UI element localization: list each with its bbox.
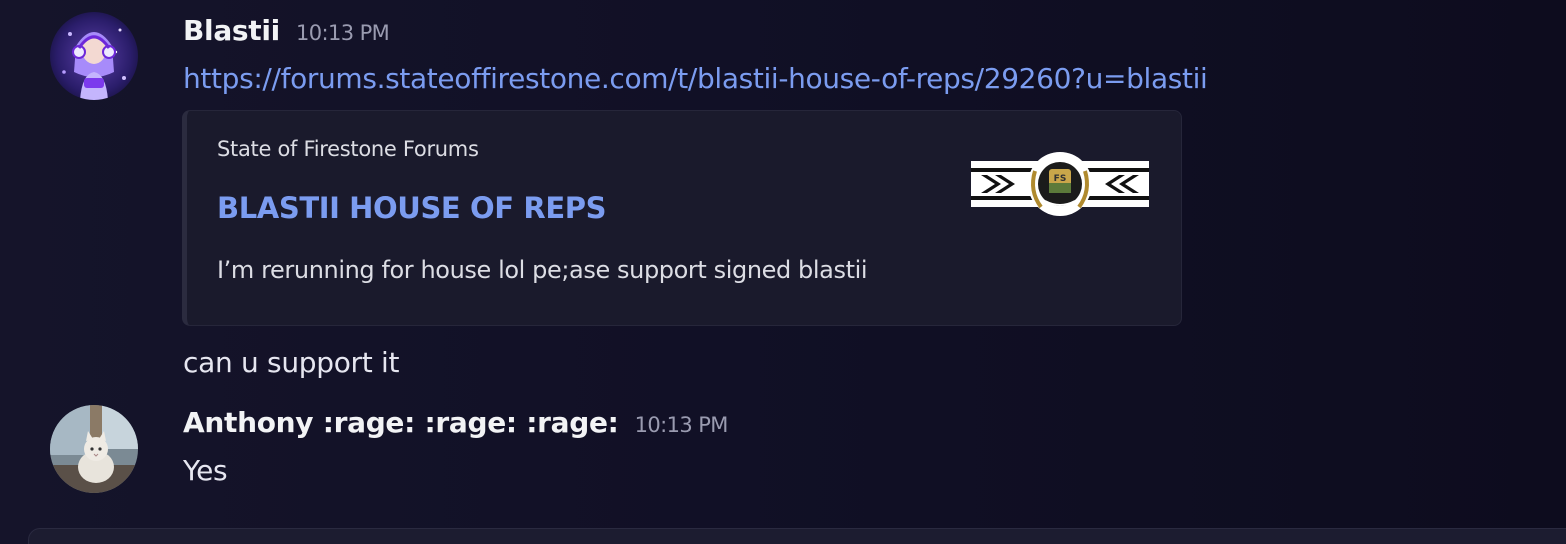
timestamp: 10:13 PM <box>295 21 390 45</box>
headphones-girl-avatar-icon <box>50 12 138 100</box>
message-text: can u support it <box>183 346 400 379</box>
embed-title[interactable]: BLASTII HOUSE OF REPS <box>217 191 606 225</box>
username[interactable]: Blastii <box>183 14 280 47</box>
timestamp: 10:13 PM <box>634 413 729 437</box>
embed-thumbnail[interactable]: FS <box>971 151 1149 221</box>
message-text: Yes <box>183 454 228 487</box>
user-avatar-anthony[interactable] <box>50 405 138 493</box>
cat-avatar-icon <box>50 405 138 493</box>
crest-initials: FS <box>1054 174 1067 184</box>
message-composer[interactable] <box>28 528 1566 544</box>
user-avatar-blastii[interactable] <box>50 12 138 100</box>
message-link[interactable]: https://forums.stateoffirestone.com/t/bl… <box>183 62 1208 95</box>
embed-provider[interactable]: State of Firestone Forums <box>217 137 479 161</box>
message-header: Anthony :rage: :rage: :rage: 10:13 PM <box>183 406 728 439</box>
message-header: Blastii 10:13 PM <box>183 14 390 47</box>
state-of-firestone-crest-icon: FS <box>971 152 1149 216</box>
username[interactable]: Anthony :rage: :rage: :rage: <box>183 406 619 439</box>
embed-description: I’m rerunning for house lol pe;ase suppo… <box>217 256 868 284</box>
link-embed: State of Firestone Forums BLASTII HOUSE … <box>182 110 1182 326</box>
